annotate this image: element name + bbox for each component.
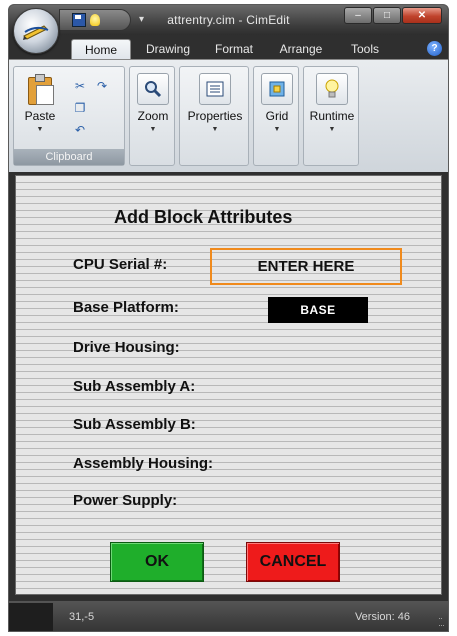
maximize-button[interactable]: □ bbox=[373, 7, 401, 24]
zoom-button[interactable]: Zoom ▼ bbox=[136, 69, 170, 133]
grid-group: Grid ▼ bbox=[253, 66, 299, 166]
zoom-label: Zoom bbox=[137, 109, 169, 123]
ribbon-tabs: Home Drawing Format Arrange Tools ? bbox=[9, 35, 448, 60]
paste-button[interactable]: Paste ▼ bbox=[20, 69, 60, 133]
assembly-housing-label: Assembly Housing: bbox=[73, 455, 214, 472]
chevron-down-icon: ▼ bbox=[328, 126, 336, 133]
cut-icon[interactable]: ✂ bbox=[72, 79, 88, 93]
resize-grip-icon[interactable]: ·· ··· bbox=[438, 614, 445, 630]
redo-icon[interactable]: ↷ bbox=[94, 79, 110, 93]
pencil-logo-icon bbox=[23, 25, 49, 40]
clipboard-group: Paste ▼ ✂ ↷ ❐ ↶ Clipboard bbox=[13, 66, 125, 166]
magnifier-icon bbox=[137, 73, 169, 105]
app-window: ▾ attrentry.cim - CimEdit – □ ✕ Home Dra… bbox=[8, 4, 449, 632]
properties-group: Properties ▼ bbox=[179, 66, 249, 166]
minimize-button[interactable]: – bbox=[344, 7, 372, 24]
cpu-serial-label: CPU Serial #: bbox=[73, 256, 168, 273]
grid-button[interactable]: Grid ▼ bbox=[260, 69, 294, 133]
chevron-down-icon: ▼ bbox=[36, 126, 44, 133]
tab-arrange[interactable]: Arrange bbox=[271, 39, 331, 59]
sub-assembly-b-label: Sub Assembly B: bbox=[73, 416, 196, 433]
base-platform-label: Base Platform: bbox=[73, 299, 179, 316]
properties-label: Properties bbox=[187, 109, 243, 123]
drawing-canvas: Add Block Attributes CPU Serial #: ENTER… bbox=[15, 175, 442, 595]
title-bar: ▾ attrentry.cim - CimEdit – □ ✕ bbox=[9, 5, 448, 35]
tab-drawing[interactable]: Drawing bbox=[137, 39, 199, 59]
lightbulb-icon bbox=[316, 73, 348, 105]
clipboard-group-label: Clipboard bbox=[14, 149, 124, 165]
tab-format[interactable]: Format bbox=[205, 39, 263, 59]
tab-home[interactable]: Home bbox=[71, 39, 131, 60]
copy-icon[interactable]: ❐ bbox=[72, 101, 88, 115]
help-icon[interactable]: ? bbox=[427, 41, 442, 56]
zoom-group: Zoom ▼ bbox=[129, 66, 175, 166]
form-heading: Add Block Attributes bbox=[114, 207, 293, 227]
status-indicator bbox=[9, 603, 53, 631]
undo-icon[interactable]: ↶ bbox=[72, 123, 88, 137]
sub-assembly-a-label: Sub Assembly A: bbox=[73, 378, 196, 395]
cpu-serial-input[interactable]: ENTER HERE bbox=[210, 248, 402, 285]
power-supply-label: Power Supply: bbox=[73, 492, 178, 509]
application-menu-button[interactable] bbox=[13, 8, 59, 54]
grid-icon bbox=[261, 73, 293, 105]
status-bar: 31,-5 Version: 46 ·· ··· bbox=[9, 601, 448, 631]
close-button[interactable]: ✕ bbox=[402, 7, 442, 24]
paste-icon bbox=[27, 73, 54, 105]
cancel-button[interactable]: CANCEL bbox=[246, 542, 340, 582]
chevron-down-icon: ▼ bbox=[211, 126, 219, 133]
ok-button[interactable]: OK bbox=[110, 542, 204, 582]
chevron-down-icon: ▼ bbox=[273, 126, 281, 133]
base-platform-field[interactable]: BASE bbox=[268, 297, 368, 323]
runtime-label: Runtime bbox=[309, 109, 355, 123]
ribbon: Paste ▼ ✂ ↷ ❐ ↶ Clipboard Zoom ▼ Propert… bbox=[9, 59, 448, 172]
properties-icon bbox=[199, 73, 231, 105]
version-label: Version: 46 bbox=[354, 611, 410, 623]
tab-tools[interactable]: Tools bbox=[343, 39, 387, 59]
cursor-coordinates: 31,-5 bbox=[69, 611, 95, 623]
runtime-button[interactable]: Runtime ▼ bbox=[306, 69, 358, 133]
grid-label: Grid bbox=[265, 109, 289, 123]
chevron-down-icon: ▼ bbox=[149, 126, 157, 133]
properties-button[interactable]: Properties ▼ bbox=[182, 69, 248, 133]
paste-label: Paste bbox=[24, 109, 56, 123]
drive-housing-label: Drive Housing: bbox=[73, 339, 180, 356]
runtime-group: Runtime ▼ bbox=[303, 66, 359, 166]
